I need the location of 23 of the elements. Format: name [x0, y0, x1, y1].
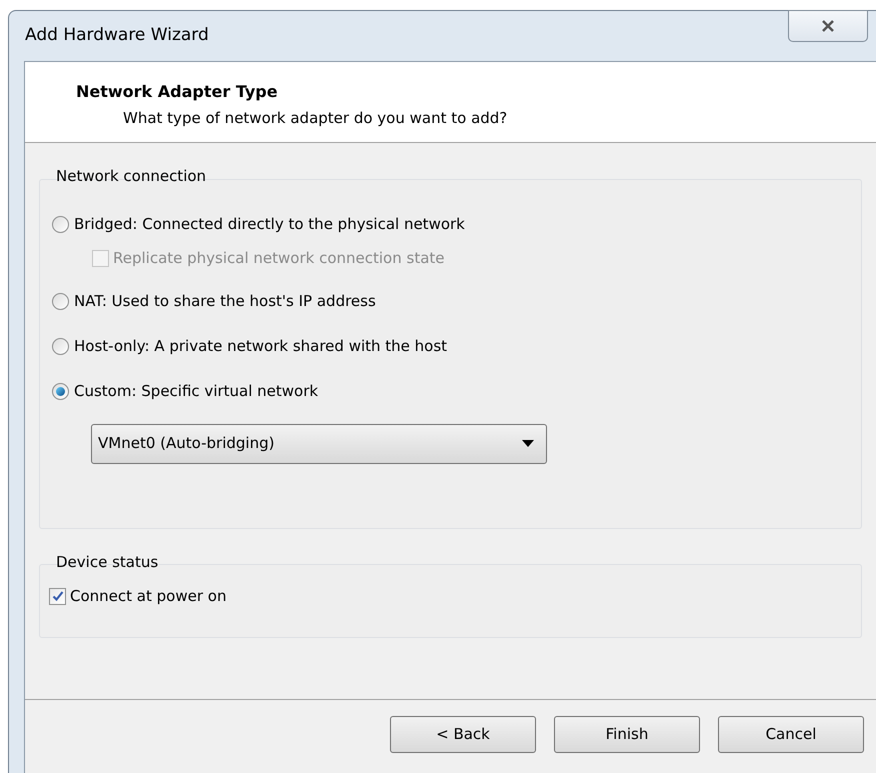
group-label: Device status — [56, 552, 158, 572]
radio-label: Custom: Specific virtual network — [74, 380, 318, 402]
checkbox[interactable] — [49, 588, 66, 605]
radio-button[interactable] — [52, 382, 69, 400]
close-icon — [821, 20, 835, 32]
close-button[interactable] — [788, 10, 868, 42]
wizard-button[interactable]: Finish — [554, 716, 700, 753]
network-dropdown[interactable]: VMnet0 (Auto-bridging) — [91, 424, 547, 464]
radio-button[interactable] — [52, 338, 69, 354]
radio-label: Host-only: A private network shared with the host — [74, 336, 448, 357]
checkbox-label: Replicate physical network connection state — [113, 248, 445, 270]
radio-button[interactable] — [52, 292, 69, 310]
wizard-button[interactable]: < Back — [390, 716, 536, 753]
page-title: Network Adapter Type — [76, 81, 279, 103]
wizard-button[interactable]: Cancel — [718, 716, 864, 753]
checkbox-label: Connect at power on — [70, 586, 226, 607]
group-label: Network connection — [56, 166, 206, 187]
radio-label: NAT: Used to share the host's IP address — [74, 290, 376, 312]
radio-button[interactable] — [52, 216, 69, 232]
radio-label: Bridged: Connected directly to the physical network — [74, 214, 465, 235]
dropdown-arrow-icon — [522, 440, 534, 447]
page-subtitle: What type of network adapter do you want to add? — [123, 108, 508, 129]
window-title: Add Hardware Wizard — [25, 24, 209, 47]
